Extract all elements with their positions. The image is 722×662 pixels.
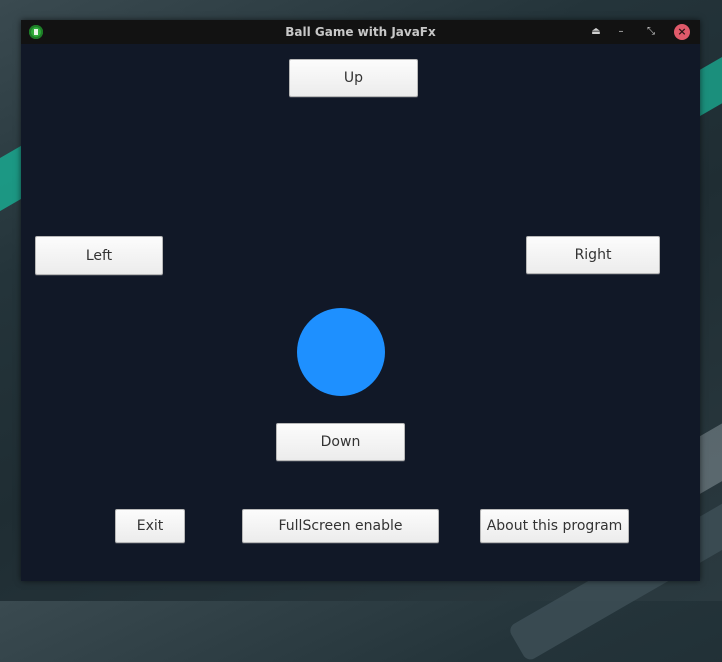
about-button[interactable]: About this program xyxy=(480,509,629,543)
close-icon[interactable]: × xyxy=(674,24,690,40)
restore-icon[interactable]: ⤡ xyxy=(643,24,659,40)
app-window: Ball Game with JavaFx ⏏ – ⤡ × Up Left Ri… xyxy=(21,20,700,581)
down-button[interactable]: Down xyxy=(276,423,405,461)
exit-button[interactable]: Exit xyxy=(115,509,185,543)
minimize-icon[interactable]: – xyxy=(613,24,629,40)
right-button[interactable]: Right xyxy=(526,236,660,274)
ball xyxy=(297,308,385,396)
window-titlebar[interactable]: Ball Game with JavaFx ⏏ – ⤡ × xyxy=(21,20,700,44)
left-button[interactable]: Left xyxy=(35,236,163,275)
eject-icon[interactable]: ⏏ xyxy=(588,24,604,40)
up-button[interactable]: Up xyxy=(289,59,418,97)
fullscreen-button[interactable]: FullScreen enable xyxy=(242,509,439,543)
game-canvas: Up Left Right Down Exit FullScreen enabl… xyxy=(21,44,700,581)
